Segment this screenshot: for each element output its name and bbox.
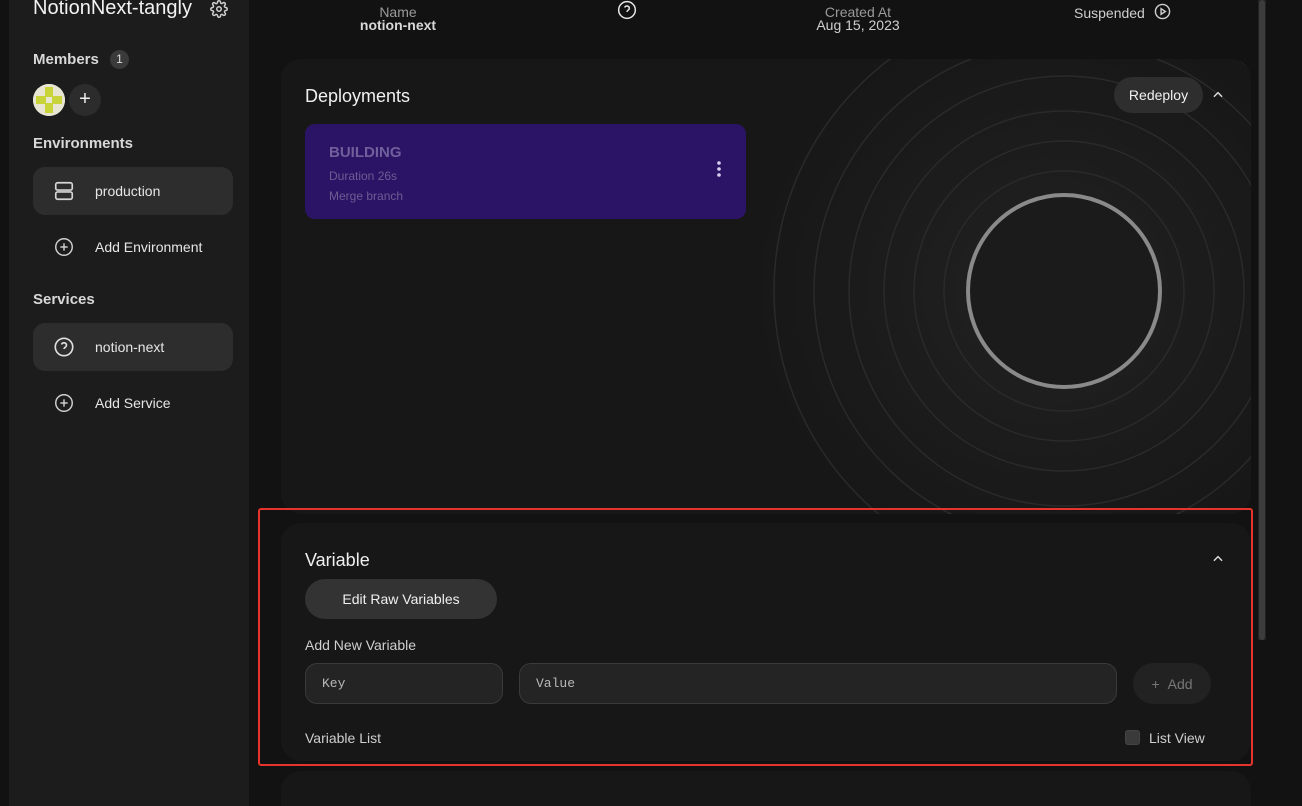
add-variable-button[interactable]: + Add (1133, 663, 1211, 704)
deployments-title: Deployments (305, 86, 411, 106)
next-card (281, 771, 1251, 806)
chevron-up-icon[interactable] (1211, 552, 1225, 566)
sidebar: NotionNext-tangly Members 1 + Environmen… (9, 0, 249, 806)
deployment-status: BUILDING (329, 144, 402, 161)
question-circle-icon (53, 336, 75, 358)
status-label: Suspended (1074, 5, 1145, 21)
play-circle-icon[interactable] (1154, 3, 1171, 23)
chevron-up-icon[interactable] (1211, 88, 1225, 102)
add-service-button[interactable]: Add Service (33, 379, 233, 427)
plus-circle-icon (53, 236, 75, 258)
edit-raw-variables-button[interactable]: Edit Raw Variables (305, 579, 497, 619)
tunnel-background-art (761, 59, 1251, 514)
gear-icon[interactable] (210, 0, 228, 18)
environment-label: production (95, 183, 161, 199)
members-label: Members (33, 51, 99, 68)
value-input[interactable] (519, 663, 1117, 704)
add-environment-button[interactable]: Add Environment (33, 223, 233, 271)
status-display: Suspended (1074, 3, 1171, 23)
app-root: NotionNext-tangly Members 1 + Environmen… (0, 0, 1302, 806)
deployment-message: Merge branch (329, 189, 404, 203)
info-name: Name notion-next (338, 4, 458, 33)
add-service-label: Add Service (95, 395, 171, 411)
service-item-notion-next[interactable]: notion-next (33, 323, 233, 371)
add-member-button[interactable]: + (69, 84, 101, 116)
more-vertical-icon[interactable] (713, 160, 725, 178)
variable-list-label: Variable List (305, 730, 382, 746)
plus-circle-icon (53, 392, 75, 414)
list-view-label[interactable]: List View (1149, 730, 1205, 746)
variable-card: Variable Edit Raw Variables Add New Vari… (281, 523, 1251, 761)
members-count-badge: 1 (110, 50, 129, 69)
deployment-item[interactable]: BUILDING Duration 26s Merge branch (305, 124, 746, 219)
service-label: notion-next (95, 339, 165, 355)
environments-label: Environments (33, 135, 134, 152)
deployment-duration: Duration 26s (329, 169, 398, 183)
info-name-head: Name (379, 4, 417, 20)
plus-icon: + (79, 88, 91, 110)
help-icon[interactable] (617, 0, 637, 25)
deployments-card: Deployments Redeploy BUILDING Duration 2… (281, 59, 1251, 514)
environment-item-production[interactable]: production (33, 167, 233, 215)
server-icon (53, 180, 75, 202)
list-view-checkbox[interactable] (1125, 730, 1140, 745)
plus-icon: + (1151, 675, 1160, 692)
services-label: Services (33, 291, 95, 308)
info-created-head: Created At (824, 4, 892, 20)
add-new-variable-label: Add New Variable (305, 637, 417, 653)
info-created: Created At Aug 15, 2023 (798, 4, 918, 33)
redeploy-button[interactable]: Redeploy (1114, 77, 1203, 113)
project-title: NotionNext-tangly (33, 0, 192, 19)
add-variable-label: Add (1167, 675, 1193, 692)
variable-title: Variable (305, 550, 370, 570)
add-environment-label: Add Environment (95, 239, 203, 255)
scrollbar-thumb[interactable] (1259, 0, 1265, 640)
avatar[interactable] (33, 84, 65, 116)
key-input[interactable] (305, 663, 503, 704)
